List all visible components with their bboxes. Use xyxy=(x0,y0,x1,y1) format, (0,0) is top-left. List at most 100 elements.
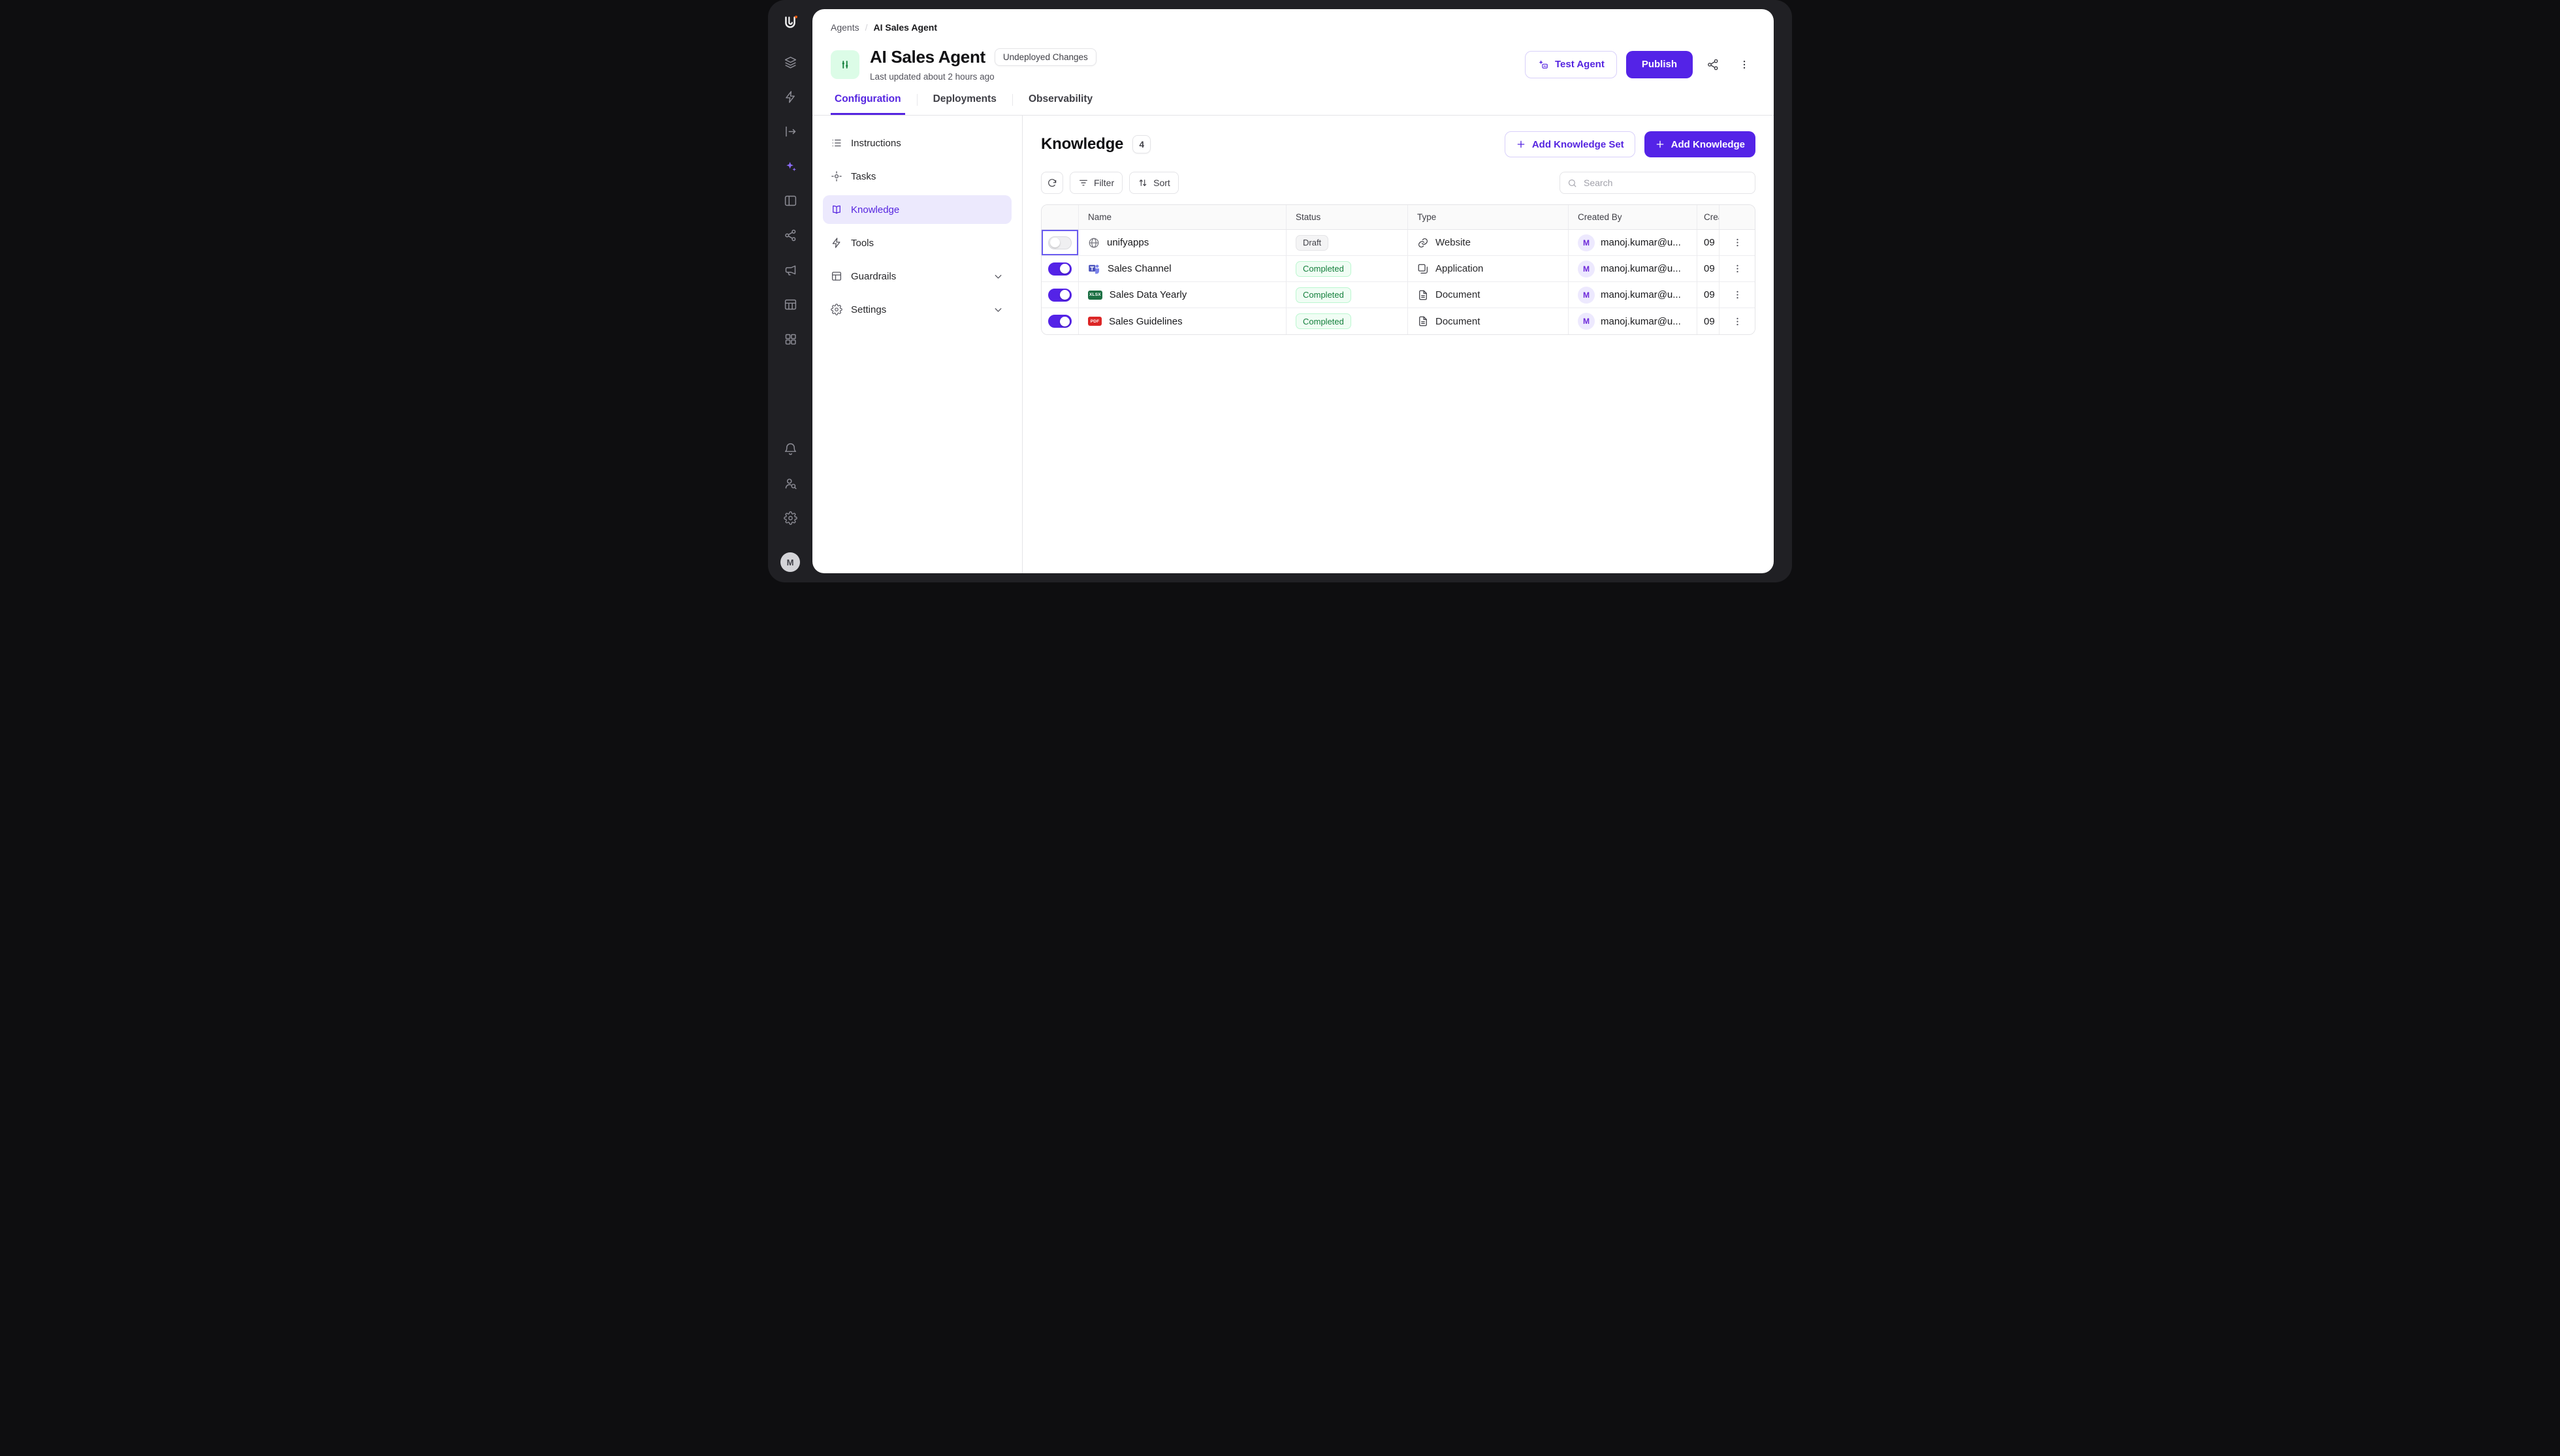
link-icon xyxy=(1417,237,1429,249)
row-kebab-button[interactable] xyxy=(1729,287,1746,303)
list-icon xyxy=(831,137,842,149)
layers-icon[interactable] xyxy=(782,54,798,70)
add-knowledge-button[interactable]: Add Knowledge xyxy=(1644,131,1755,157)
page-title: AI Sales Agent xyxy=(870,47,985,67)
kebab-icon xyxy=(1732,316,1743,327)
publish-button[interactable]: Publish xyxy=(1626,51,1693,78)
enabled-toggle[interactable] xyxy=(1048,262,1072,276)
add-knowledge-label: Add Knowledge xyxy=(1671,139,1745,150)
row-toggle-cell xyxy=(1042,308,1079,334)
row-kebab-button[interactable] xyxy=(1729,261,1746,277)
row-kebab-button[interactable] xyxy=(1729,234,1746,251)
tab-divider xyxy=(917,94,918,106)
header-created-at[interactable]: Crea xyxy=(1697,205,1720,229)
creator-email: manoj.kumar@u... xyxy=(1601,289,1681,300)
user-search-icon[interactable] xyxy=(782,475,798,491)
export-arrow-icon[interactable] xyxy=(782,123,798,139)
enabled-toggle[interactable] xyxy=(1048,315,1072,328)
tab-configuration[interactable]: Configuration xyxy=(831,92,905,115)
test-agent-button[interactable]: AI Test Agent xyxy=(1525,51,1617,78)
settings-gear-icon[interactable] xyxy=(782,510,798,526)
tab-deployments[interactable]: Deployments xyxy=(929,92,1000,115)
refresh-button[interactable] xyxy=(1041,172,1063,194)
bell-icon[interactable] xyxy=(782,441,798,456)
header-status[interactable]: Status xyxy=(1287,205,1408,229)
app-window: M Agents / AI Sales Agent AI Sales Agent… xyxy=(768,0,1792,582)
row-actions-cell xyxy=(1720,282,1755,308)
app-icon xyxy=(1417,263,1429,275)
share-button[interactable] xyxy=(1702,54,1724,76)
row-kebab-button[interactable] xyxy=(1729,313,1746,330)
chevron-down-icon[interactable] xyxy=(993,304,1004,315)
layout-icon xyxy=(831,270,842,282)
sidebar-item-instructions[interactable]: Instructions xyxy=(823,129,1012,157)
sort-icon xyxy=(1138,178,1148,188)
search-icon xyxy=(1567,178,1577,188)
panel-icon[interactable] xyxy=(782,193,798,208)
creator-avatar: M xyxy=(1578,234,1595,251)
zap-icon[interactable] xyxy=(782,89,798,104)
table-row: Sales Channel Completed Application M ma… xyxy=(1042,256,1755,282)
share-nodes-icon[interactable] xyxy=(782,227,798,243)
created-at-value: 09 xyxy=(1704,316,1715,327)
breadcrumb: Agents / AI Sales Agent xyxy=(812,9,1774,33)
sidebar-item-tasks[interactable]: Tasks xyxy=(823,162,1012,191)
sidebar-item-label: Guardrails xyxy=(851,271,896,282)
apps-grid-icon[interactable] xyxy=(782,331,798,347)
logo-icon xyxy=(780,13,800,33)
sidebar-item-settings[interactable]: Settings xyxy=(823,295,1012,324)
sidebar-item-label: Tasks xyxy=(851,171,876,182)
pdf-icon: PDF xyxy=(1088,317,1102,326)
megaphone-icon[interactable] xyxy=(782,262,798,277)
status-badge: Draft xyxy=(1296,235,1328,251)
sidebar-item-guardrails[interactable]: Guardrails xyxy=(823,262,1012,291)
row-type-cell: Document xyxy=(1408,308,1569,334)
creator-avatar: M xyxy=(1578,261,1595,277)
header-kebab-button[interactable] xyxy=(1733,54,1755,76)
header-name[interactable]: Name xyxy=(1079,205,1287,229)
creator-avatar: M xyxy=(1578,313,1595,330)
type-label: Document xyxy=(1435,289,1480,300)
header-actions-cell xyxy=(1720,205,1755,229)
enabled-toggle[interactable] xyxy=(1048,236,1072,249)
header-created-by[interactable]: Created By xyxy=(1569,205,1697,229)
creator-email: manoj.kumar@u... xyxy=(1601,263,1681,274)
doc-icon xyxy=(1417,289,1429,301)
sidebar-item-tools[interactable]: Tools xyxy=(823,229,1012,257)
knowledge-name[interactable]: Sales Guidelines xyxy=(1109,316,1183,327)
agent-meta: AI Sales Agent Undeployed Changes Last u… xyxy=(870,47,1096,82)
chevron-down-icon[interactable] xyxy=(993,271,1004,282)
sort-button[interactable]: Sort xyxy=(1129,172,1179,194)
row-created-at-cell: 09 xyxy=(1697,230,1720,255)
tab-observability[interactable]: Observability xyxy=(1025,92,1096,115)
search-input[interactable] xyxy=(1582,177,1748,189)
knowledge-count-badge: 4 xyxy=(1132,135,1151,153)
agents-sparkles-icon[interactable] xyxy=(782,158,798,174)
header-type[interactable]: Type xyxy=(1408,205,1569,229)
main-window: Agents / AI Sales Agent AI Sales Agent U… xyxy=(812,9,1774,573)
knowledge-name[interactable]: Sales Data Yearly xyxy=(1110,289,1187,300)
knowledge-title: Knowledge xyxy=(1041,135,1123,153)
share-icon xyxy=(1706,58,1720,71)
breadcrumb-agents[interactable]: Agents xyxy=(831,22,859,33)
user-avatar[interactable]: M xyxy=(780,552,800,572)
breadcrumb-separator: / xyxy=(865,22,868,33)
knowledge-name[interactable]: Sales Channel xyxy=(1108,263,1172,274)
row-type-cell: Application xyxy=(1408,256,1569,281)
add-knowledge-set-button[interactable]: Add Knowledge Set xyxy=(1505,131,1635,157)
enabled-toggle[interactable] xyxy=(1048,289,1072,302)
rail-nav xyxy=(782,54,798,347)
sidebar-item-label: Settings xyxy=(851,304,886,315)
filter-button[interactable]: Filter xyxy=(1070,172,1123,194)
knowledge-name[interactable]: unifyapps xyxy=(1107,237,1149,248)
row-created-by-cell: M manoj.kumar@u... xyxy=(1569,282,1697,308)
last-updated-text: Last updated about 2 hours ago xyxy=(870,72,1096,82)
unifyapps-logo[interactable] xyxy=(780,13,800,35)
xlsx-icon: XLSX xyxy=(1088,291,1102,300)
breadcrumb-current: AI Sales Agent xyxy=(873,22,937,33)
app-rail: M xyxy=(768,0,812,582)
sidebar-item-knowledge[interactable]: Knowledge xyxy=(823,195,1012,224)
creator-avatar: M xyxy=(1578,287,1595,304)
data-table-icon[interactable] xyxy=(782,296,798,312)
sidebar-item-label: Tools xyxy=(851,238,874,249)
